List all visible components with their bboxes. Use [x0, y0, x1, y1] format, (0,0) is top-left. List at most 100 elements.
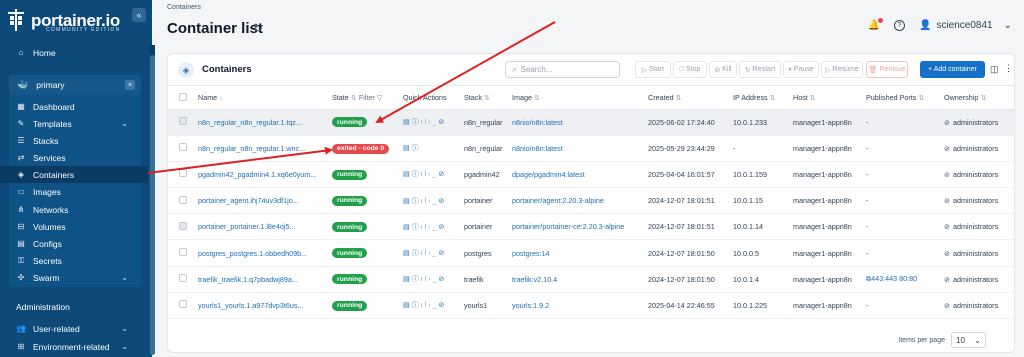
row-checkbox[interactable] — [179, 221, 187, 230]
logs-icon[interactable]: ▤ — [403, 119, 412, 126]
sidebar-item-user-related[interactable]: 👥 User-related ⌄ — [0, 320, 148, 337]
column-header-ports[interactable]: Published Ports ⇅ — [866, 87, 944, 110]
column-header-created[interactable]: Created ⇅ — [648, 87, 733, 110]
row-checkbox[interactable] — [179, 248, 187, 257]
console-icon[interactable]: ›_ — [428, 224, 438, 231]
kill-button[interactable]: ⊘ Kill — [709, 61, 737, 78]
console-icon[interactable]: ›_ — [428, 198, 438, 205]
row-checkbox[interactable] — [179, 143, 187, 152]
sidebar-item-configs[interactable]: ▤ Configs — [0, 235, 148, 252]
column-header-state[interactable]: State ⇅ Filter ▽ — [332, 87, 403, 110]
restart-button[interactable]: ↻ Restart — [739, 61, 781, 78]
help-icon[interactable]: ? — [894, 20, 905, 31]
attach-icon[interactable]: ⊘ — [438, 198, 446, 205]
table-row[interactable]: portainer_portainer.1.l8e4oj5... running ▤… — [168, 213, 1016, 241]
container-name-link[interactable]: traefik_traefik.1.q7pbadwj89a... — [198, 275, 298, 284]
close-environment-button[interactable]: × — [125, 80, 135, 90]
row-checkbox[interactable] — [179, 169, 187, 178]
search-input[interactable]: ⌕ Search... — [505, 61, 620, 78]
sidebar-item-swarm[interactable]: ✣ Swarm ⌄ — [0, 269, 148, 286]
start-button[interactable]: ▷ Start — [635, 61, 671, 78]
inspect-icon[interactable]: ⓘ — [412, 302, 421, 309]
sidebar-item-home[interactable]: ⌂ Home — [0, 44, 148, 61]
console-icon[interactable]: ›_ — [428, 250, 438, 257]
resume-button[interactable]: ▷ Resume — [821, 61, 863, 78]
column-header-image[interactable]: Image ⇅ — [512, 87, 648, 110]
console-icon[interactable]: ›_ — [428, 302, 438, 309]
inspect-icon[interactable]: ⓘ — [412, 276, 421, 283]
environment-selector[interactable]: 🐳 primary × — [9, 75, 141, 95]
ports-link[interactable]: ⧉443:443 80:80 — [866, 274, 917, 283]
logs-icon[interactable]: ▤ — [403, 250, 412, 257]
logs-icon[interactable]: ▤ — [403, 276, 412, 283]
logs-icon[interactable]: ▤ — [403, 302, 412, 309]
column-header-host[interactable]: Host ⇅ — [793, 87, 866, 110]
add-container-button[interactable]: + Add container — [920, 61, 985, 78]
stats-icon[interactable]: ıl — [421, 250, 429, 257]
console-icon[interactable]: ›_ — [428, 276, 438, 283]
column-header-ownership[interactable]: Ownership ⇅ — [944, 87, 1016, 110]
console-icon[interactable]: ›_ — [428, 119, 438, 126]
console-icon[interactable]: ›_ — [428, 171, 438, 178]
sidebar-item-stacks[interactable]: ☰ Stacks — [0, 132, 148, 149]
container-name-link[interactable]: portainer_agent.ihj74uv3df1jo... — [198, 196, 299, 205]
inspect-icon[interactable]: ⓘ — [412, 224, 421, 231]
sidebar-scrollbar[interactable] — [150, 45, 155, 355]
column-header-name[interactable]: Name ↓ — [198, 87, 332, 110]
stats-icon[interactable]: ıl — [421, 224, 429, 231]
table-row[interactable]: yourls1_yourls.1.a977dvp3t6us... running ▤… — [168, 292, 1016, 320]
columns-icon[interactable]: ◫ — [990, 64, 999, 75]
image-link[interactable]: portainer/agent:2.20.3-alpine — [512, 196, 604, 205]
table-row[interactable]: postgres_postgres.1.obbedh09b... running ▤… — [168, 239, 1016, 267]
table-row[interactable]: pgadmin42_pgadmin4.1.xq6e0yum... running ▤… — [168, 161, 1016, 189]
attach-icon[interactable]: ⊘ — [438, 250, 446, 257]
table-row[interactable]: portainer_agent.ihj74uv3df1jo... running ▤… — [168, 187, 1016, 215]
logs-icon[interactable]: ▤ — [403, 198, 412, 205]
sidebar-item-volumes[interactable]: ⊟ Volumes — [0, 218, 148, 235]
container-name-link[interactable]: postgres_postgres.1.obbedh09b... — [198, 249, 307, 258]
logs-icon[interactable]: ▤ — [403, 145, 412, 152]
attach-icon[interactable]: ⊘ — [438, 224, 446, 231]
container-name-link[interactable]: n8n_regular_n8n_regular.1.tqz... — [198, 118, 302, 127]
container-name-link[interactable]: pgadmin42_pgadmin4.1.xq6e0yum... — [198, 170, 316, 179]
user-menu[interactable]: 👤 science0841 ⌄ — [919, 20, 1012, 31]
select-all-checkbox[interactable] — [179, 92, 187, 101]
container-name-link[interactable]: yourls1_yourls.1.a977dvp3t6us... — [198, 301, 303, 310]
remove-button[interactable]: 🗑 Remove — [866, 61, 908, 78]
container-name-link[interactable]: portainer_portainer.1.l8e4oj5... — [198, 222, 296, 231]
column-header-stack[interactable]: Stack ⇅ — [464, 87, 512, 110]
inspect-icon[interactable]: ⓘ — [412, 145, 421, 152]
row-checkbox[interactable] — [179, 117, 187, 126]
container-name-link[interactable]: n8n_regular_n8n_regular.1.wnc... — [198, 144, 305, 153]
table-row[interactable]: traefik_traefik.1.q7pbadwj89a... running ▤… — [168, 266, 1016, 293]
table-row[interactable]: n8n_regular_n8n_regular.1.wnc... exited -… — [168, 135, 1016, 162]
attach-icon[interactable]: ⊘ — [438, 119, 446, 126]
sidebar-item-networks[interactable]: ⋔ Networks — [0, 201, 148, 218]
logs-icon[interactable]: ▤ — [403, 171, 412, 178]
sidebar-item-secrets[interactable]: ⚿ Secrets — [0, 252, 148, 269]
more-options-icon[interactable]: ⋮ — [1004, 63, 1013, 74]
attach-icon[interactable]: ⊘ — [438, 276, 446, 283]
row-checkbox[interactable] — [179, 300, 187, 309]
items-per-page-select[interactable]: 10 ⌄ — [951, 332, 986, 348]
sidebar-item-services[interactable]: ⇄ Services — [0, 149, 148, 166]
column-header-ip[interactable]: IP Address ⇅ — [733, 87, 793, 110]
inspect-icon[interactable]: ⓘ — [412, 250, 421, 257]
sidebar-item-templates[interactable]: ✎ Templates ⌄ — [0, 115, 148, 132]
stats-icon[interactable]: ıl — [421, 171, 429, 178]
logs-icon[interactable]: ▤ — [403, 224, 412, 231]
notifications-bell-icon[interactable]: 🔔 — [868, 18, 883, 31]
image-link[interactable]: portainer/portainer-ce:2.20.3-alpine — [512, 222, 624, 231]
published-ports[interactable]: ⧉443:443 80:80 — [866, 274, 917, 283]
sidebar-item-environment-related[interactable]: ⊞ Environment-related ⌄ — [0, 338, 148, 355]
row-checkbox[interactable] — [179, 195, 187, 204]
stats-icon[interactable]: ıl — [421, 276, 429, 283]
inspect-icon[interactable]: ⓘ — [412, 171, 421, 178]
stats-icon[interactable]: ıl — [421, 119, 429, 126]
state-filter[interactable]: Filter ▽ — [359, 93, 383, 102]
table-row[interactable]: n8n_regular_n8n_regular.1.tqz... running ▤… — [168, 109, 1016, 136]
image-link[interactable]: postgres:14 — [512, 249, 550, 258]
inspect-icon[interactable]: ⓘ — [412, 198, 421, 205]
image-link[interactable]: n8nio/n8n:latest — [512, 144, 563, 153]
stats-icon[interactable]: ıl — [421, 198, 429, 205]
